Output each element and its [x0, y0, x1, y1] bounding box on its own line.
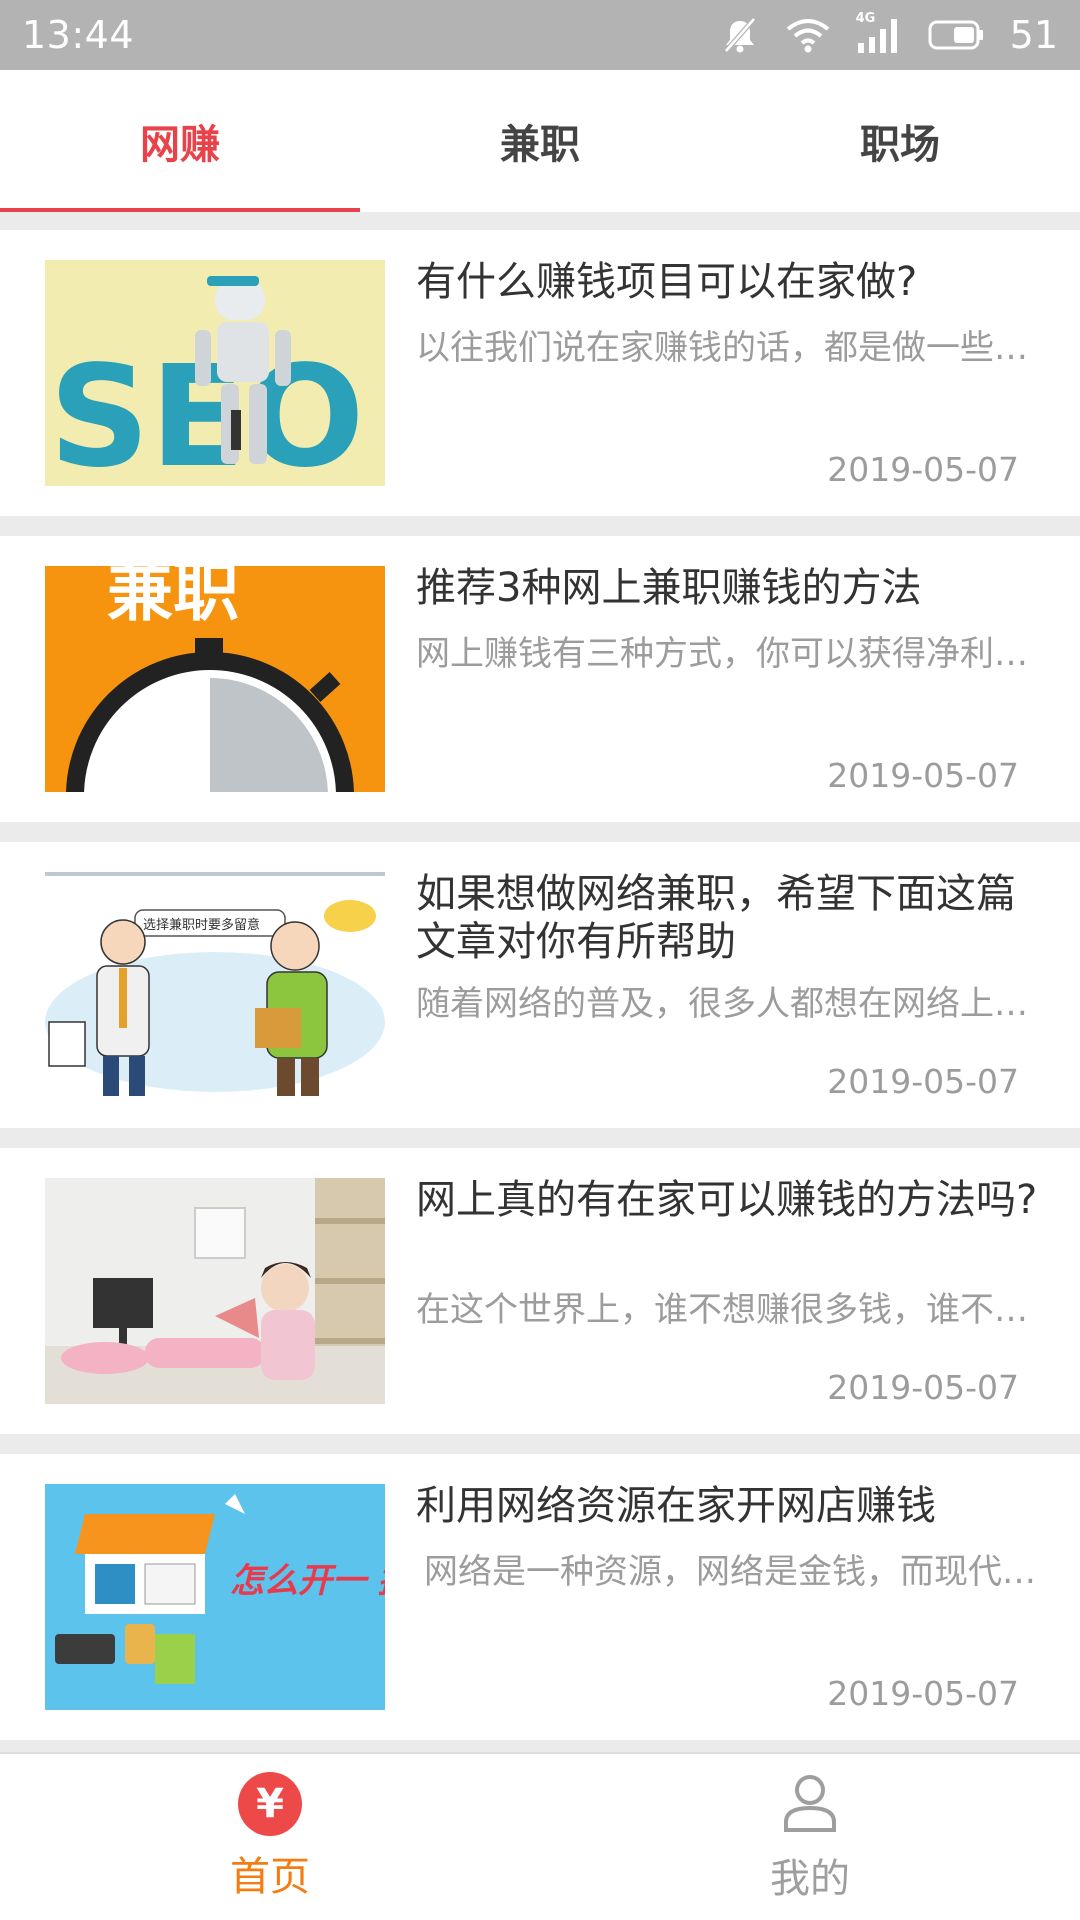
article-thumbnail: 兼职	[45, 566, 385, 792]
thumb-headline-text: 怎么开一 挣钱的网	[230, 1561, 385, 1601]
article-summary: 网络是一种资源，网络是金钱，而现代…	[424, 1552, 1036, 1592]
tab-jianzhi[interactable]: 兼职	[360, 70, 720, 212]
tab-label: 网赚	[140, 122, 220, 168]
category-tabs: 网赚 兼职 职场	[0, 70, 1080, 212]
article-date: 2019-05-07	[827, 1062, 1019, 1101]
article-title: 如果想做网络兼职，希望下面这篇文章对你有所帮助	[416, 871, 1016, 965]
nav-home[interactable]: ¥ 首页	[0, 1754, 540, 1920]
article-card[interactable]: 网上真的有在家可以赚钱的方法吗? 在这个世界上，谁不想赚很多钱，谁不… 2019…	[0, 1148, 1080, 1434]
status-bar: 13:44 4G 51	[0, 0, 1080, 70]
nav-profile-label: 我的	[770, 1856, 850, 1902]
status-time: 13:44	[22, 13, 135, 57]
wifi-icon	[786, 15, 830, 55]
tab-label: 兼职	[500, 122, 580, 168]
article-card[interactable]: 选择兼职时要多留意 如果想做网络兼职，希望下面这篇文章对你有所帮助 随着网络的普…	[0, 842, 1080, 1128]
nav-home-label: 首页	[230, 1854, 310, 1900]
status-icons: 4G 51	[720, 11, 1058, 57]
article-title: 有什么赚钱项目可以在家做?	[416, 259, 918, 305]
article-date: 2019-05-07	[827, 1674, 1019, 1713]
tab-wangzhuan[interactable]: 网赚	[0, 70, 360, 212]
article-summary: 在这个世界上，谁不想赚很多钱，谁不…	[416, 1290, 1028, 1330]
mute-bell-icon	[720, 15, 760, 55]
article-thumbnail: SEO	[45, 260, 385, 486]
tab-zhichang[interactable]: 职场	[720, 70, 1080, 212]
article-list[interactable]: SEO 有什么赚钱项目可以在家做? 以往我们说在家赚钱的话，都是做一些… 201…	[0, 212, 1080, 1752]
article-date: 2019-05-07	[827, 756, 1019, 795]
article-thumbnail	[45, 1178, 385, 1404]
article-card[interactable]: 怎么开一 挣钱的网 利用网络资源在家开网店赚钱 网络是一种资源，网络是金钱，而现…	[0, 1454, 1080, 1740]
article-card[interactable]: 兼职 推荐3种网上兼职赚钱的方法 网上赚钱有三种方式，你可以获得净利… 2019…	[0, 536, 1080, 822]
yuan-icon: ¥	[238, 1772, 302, 1836]
bottom-navigation: ¥ 首页 我的	[0, 1752, 1080, 1920]
signal-icon: 4G	[856, 11, 902, 55]
thumb-bubble-text: 选择兼职时要多留意	[143, 917, 260, 933]
article-card[interactable]: SEO 有什么赚钱项目可以在家做? 以往我们说在家赚钱的话，都是做一些… 201…	[0, 230, 1080, 516]
user-icon	[778, 1770, 842, 1838]
battery-level: 51	[1009, 13, 1058, 57]
article-summary: 随着网络的普及，很多人都想在网络上…	[416, 984, 1028, 1024]
article-date: 2019-05-07	[827, 450, 1019, 489]
tab-label: 职场	[860, 122, 940, 168]
article-title: 推荐3种网上兼职赚钱的方法	[416, 565, 922, 611]
article-thumbnail: 选择兼职时要多留意	[45, 872, 385, 1098]
nav-profile[interactable]: 我的	[540, 1754, 1080, 1920]
article-thumbnail: 怎么开一 挣钱的网	[45, 1484, 385, 1710]
article-title: 网上真的有在家可以赚钱的方法吗?	[416, 1177, 1038, 1223]
article-title: 利用网络资源在家开网店赚钱	[416, 1483, 936, 1529]
thumb-jianzhi-text: 兼职	[107, 566, 239, 630]
article-summary: 以往我们说在家赚钱的话，都是做一些…	[416, 328, 1028, 368]
article-summary: 网上赚钱有三种方式，你可以获得净利…	[416, 634, 1028, 674]
network-type-label: 4G	[855, 11, 876, 26]
article-date: 2019-05-07	[827, 1368, 1019, 1407]
battery-icon	[928, 19, 984, 51]
